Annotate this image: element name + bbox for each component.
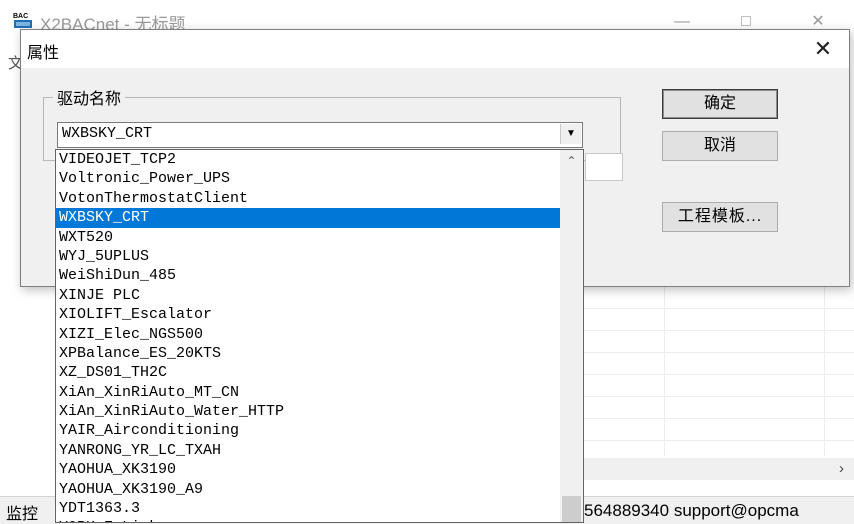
dropdown-item[interactable]: YAOHUA_XK3190 <box>56 460 560 479</box>
dropdown-item[interactable]: VotonThermostatClient <box>56 189 560 208</box>
dialog-titlebar: 属性 ✕ <box>21 30 849 68</box>
dropdown-item[interactable]: XZ_DS01_TH2C <box>56 363 560 382</box>
driver-dropdown-list[interactable]: VIDEOJET_TCP2 Voltronic_Power_UPS VotonThe… <box>55 149 584 523</box>
dropdown-arrow-icon[interactable]: ▼ <box>560 124 581 144</box>
dropdown-item[interactable]: YDT1363.3 <box>56 499 560 518</box>
status-left-text: 监控 <box>6 506 39 523</box>
dialog-title: 属性 <box>27 45 60 62</box>
svg-text:BAC: BAC <box>13 13 28 20</box>
dropdown-item[interactable]: WYJ_5UPLUS <box>56 247 560 266</box>
scroll-thumb[interactable] <box>562 496 581 522</box>
dropdown-item[interactable]: YANRONG_YR_LC_TXAH <box>56 441 560 460</box>
dropdown-item[interactable]: YAOHUA_XK3190_A9 <box>56 480 560 499</box>
driver-name-combobox[interactable]: WXBSKY_CRT ▼ <box>57 122 583 148</box>
background-grid <box>584 286 854 456</box>
dropdown-item[interactable]: XPBalance_ES_20KTS <box>56 344 560 363</box>
scroll-right-icon[interactable]: › <box>839 460 844 477</box>
dropdown-item[interactable]: WXBSKY_CRT <box>56 208 560 228</box>
dropdown-item[interactable]: WeiShiDun_485 <box>56 266 560 285</box>
dropdown-item[interactable]: XINJE PLC <box>56 286 560 305</box>
status-contact-text: 564889340 support@opcma <box>584 501 799 520</box>
project-template-button[interactable]: 工程模板... <box>662 202 778 232</box>
vertical-scrollbar[interactable]: ⌃ <box>560 150 583 522</box>
dropdown-item[interactable]: YORK_E_Link <box>56 518 560 522</box>
close-icon[interactable]: ✕ <box>807 34 839 64</box>
dropdown-item[interactable]: XiAn_XinRiAuto_Water_HTTP <box>56 402 560 421</box>
driver-name-group-label: 驱动名称 <box>53 85 126 109</box>
hidden-text-field[interactable] <box>585 153 623 181</box>
dropdown-item[interactable]: Voltronic_Power_UPS <box>56 169 560 188</box>
dropdown-items: VIDEOJET_TCP2 Voltronic_Power_UPS VotonThe… <box>56 150 560 522</box>
chevron-up-icon[interactable]: ⌃ <box>560 150 583 172</box>
app-icon: BAC <box>12 10 34 30</box>
dropdown-item[interactable]: YAIR_Airconditioning <box>56 421 560 440</box>
cancel-button[interactable]: 取消 <box>662 131 778 161</box>
dropdown-item[interactable]: WXT520 <box>56 228 560 247</box>
dropdown-item[interactable]: XIZI_Elec_NGS500 <box>56 325 560 344</box>
ok-button[interactable]: 确定 <box>662 89 778 119</box>
horizontal-scrollbar[interactable]: › <box>584 458 854 480</box>
dropdown-item[interactable]: VIDEOJET_TCP2 <box>56 150 560 169</box>
dropdown-item[interactable]: XiAn_XinRiAuto_MT_CN <box>56 383 560 402</box>
driver-name-value: WXBSKY_CRT <box>62 125 153 142</box>
dropdown-item[interactable]: XIOLIFT_Escalator <box>56 305 560 324</box>
